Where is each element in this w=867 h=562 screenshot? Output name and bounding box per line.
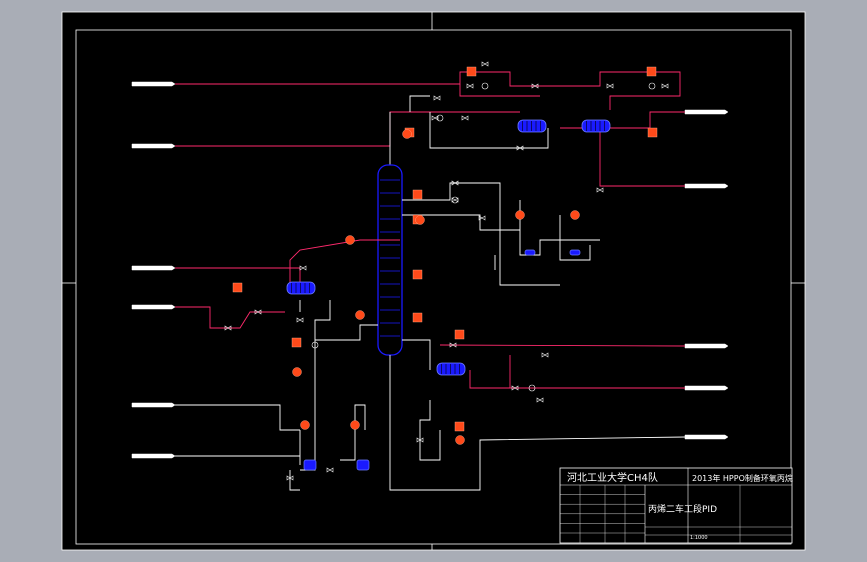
- instrument-box-11: [454, 421, 465, 432]
- cad-viewport[interactable]: 河北工业大学CH4队 2013年 HPPO制备环氧丙烷 丙烯二车工段PID 1:…: [0, 0, 867, 562]
- vessel-1: [303, 459, 317, 471]
- stream-tag-7: [684, 109, 729, 115]
- tb-project: 2013年 HPPO制备环氧丙烷: [692, 473, 793, 483]
- instrument-box-10: [454, 329, 465, 340]
- heat-exchanger-3: [286, 281, 316, 295]
- title-block: 河北工业大学CH4队 2013年 HPPO制备环氧丙烷 丙烯二车工段PID 1:…: [559, 467, 793, 544]
- instrument-circle-10: [415, 215, 425, 225]
- instrument-circle-6: [350, 420, 360, 430]
- stream-tag-3: [131, 265, 176, 271]
- instrument-box-7: [412, 312, 423, 323]
- instrument-box-2: [466, 66, 477, 77]
- instrument-circle-9: [455, 435, 465, 445]
- heat-exchanger-1: [517, 119, 547, 133]
- instrument-circle-1: [402, 129, 412, 139]
- vessel-4: [569, 249, 581, 256]
- stream-tag-1: [131, 81, 176, 87]
- instrument-circle-5: [300, 420, 310, 430]
- instrument-circle-7: [515, 210, 525, 220]
- heat-exchanger-4: [436, 362, 466, 376]
- stream-tag-6: [131, 453, 176, 459]
- stream-tag-10: [684, 385, 729, 391]
- pid-drawing: 河北工业大学CH4队 2013年 HPPO制备环氧丙烷 丙烯二车工段PID 1:…: [0, 11, 867, 551]
- stream-tag-8: [684, 183, 729, 189]
- tb-drawing-name: 丙烯二车工段PID: [648, 503, 717, 515]
- stream-tag-5: [131, 402, 176, 408]
- instrument-circle-2: [345, 235, 355, 245]
- instrument-circle-4: [292, 367, 302, 377]
- instrument-box-12: [647, 127, 658, 138]
- stream-tag-9: [684, 343, 729, 349]
- stream-tag-11: [684, 434, 729, 440]
- instrument-box-6: [412, 269, 423, 280]
- stream-tag-4: [131, 304, 176, 310]
- instrument-circle-3: [355, 310, 365, 320]
- instrument-box-3: [646, 66, 657, 77]
- stream-tag-2: [131, 143, 176, 149]
- instrument-box-8: [232, 282, 243, 293]
- vessel-2: [356, 459, 370, 471]
- instrument-box-4: [412, 189, 423, 200]
- instrument-circle-8: [570, 210, 580, 220]
- tb-school: 河北工业大学CH4队: [567, 471, 658, 484]
- heat-exchanger-2: [581, 119, 611, 133]
- vessel-3: [524, 249, 536, 256]
- instrument-box-9: [291, 337, 302, 348]
- tb-scale: 1:1000: [690, 535, 708, 541]
- column-shell: [377, 164, 403, 356]
- distillation-column-icon: [377, 164, 403, 356]
